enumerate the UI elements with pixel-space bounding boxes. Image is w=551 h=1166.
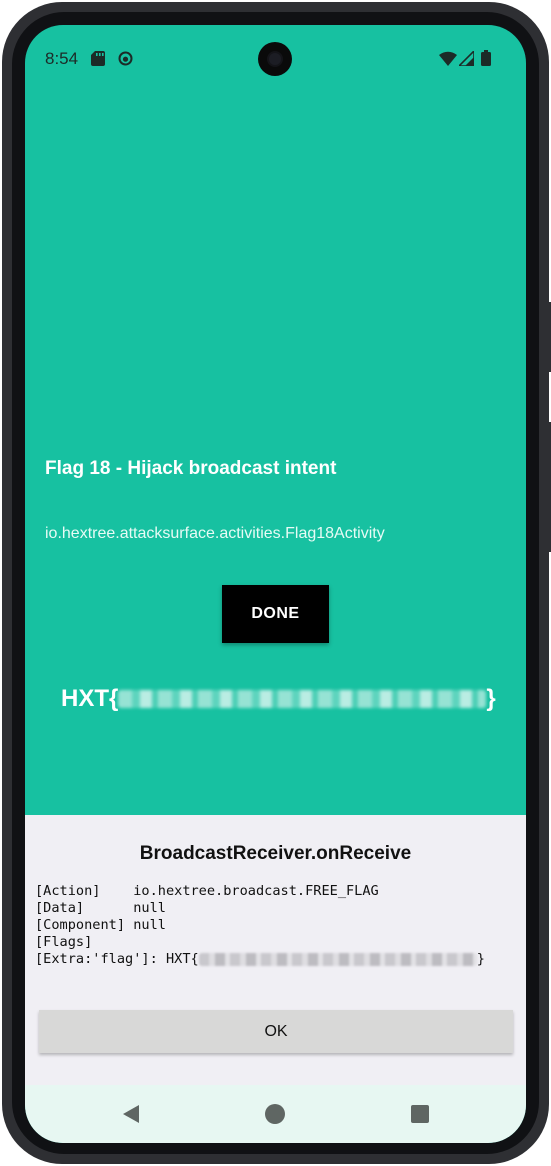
status-bar: 8:54 [25,25,526,89]
dialog-title: BroadcastReceiver.onReceive [139,843,412,864]
front-camera [258,42,292,76]
battery-icon [481,50,491,71]
ok-button[interactable]: OK [39,1010,513,1053]
sync-face-icon [118,51,133,71]
redacted-extra-value [198,952,477,966]
extra-suffix: } [476,951,485,967]
home-icon[interactable] [263,1102,287,1126]
dialog-line-data: [Data] null [35,900,166,916]
cellular-signal-icon [457,49,475,71]
sd-card-icon [91,51,105,71]
activity-class-name: io.hextree.attacksurface.activities.Flag… [45,525,385,542]
dialog-body: [Action] io.hextree.broadcast.FREE_FLAG[… [35,883,485,968]
done-button[interactable]: DONE [222,585,329,643]
dialog-line-extra: [Extra:'flag']: HXT{} [35,951,485,968]
navigation-bar [25,1085,526,1143]
screen: 8:54 Flag 18 - Hijack broadcast intent i… [25,25,526,1143]
wifi-icon [439,51,457,71]
redacted-flag-value [118,690,487,708]
dialog-line-flags: [Flags] [35,934,93,950]
flag-suffix: } [486,685,496,712]
recents-icon[interactable] [408,1102,432,1126]
status-time: 8:54 [45,49,79,68]
broadcast-dialog: BroadcastReceiver.onReceive [Action] io.… [25,815,526,1085]
page-title: Flag 18 - Hijack broadcast intent [45,458,337,479]
dialog-line-action: [Action] io.hextree.broadcast.FREE_FLAG [35,883,379,899]
flag-prefix: HXT{ [61,685,119,712]
extra-prefix: [Extra:'flag']: HXT{ [35,951,199,967]
flag-text: HXT{ } [61,685,496,713]
dialog-line-component: [Component] null [35,917,166,933]
back-icon[interactable] [119,1102,143,1126]
